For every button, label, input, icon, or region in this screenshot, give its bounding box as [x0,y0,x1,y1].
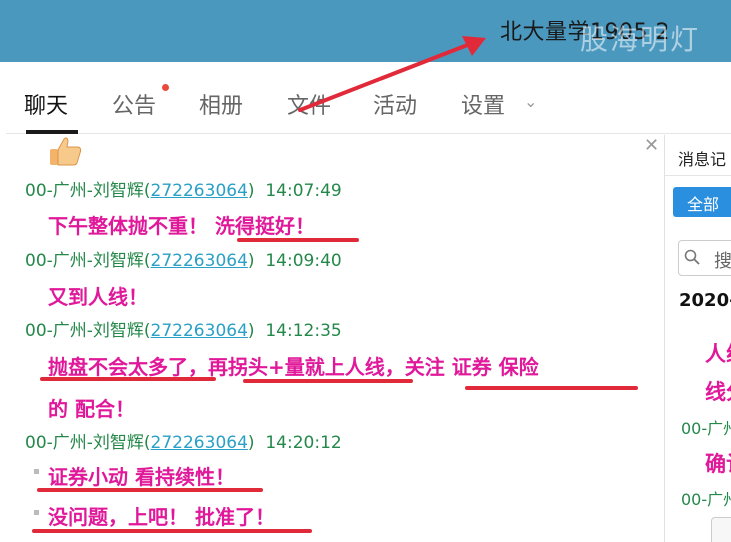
panel-title: 消息记 [678,150,727,169]
sender-close: ) [247,251,255,271]
sender-name: 00-广州-刘智辉( [25,321,151,341]
chevron-down-icon[interactable]: ⌄ [524,92,537,111]
search-icon [684,249,700,265]
history-sender: 00-广州 [681,490,731,509]
tab-activities[interactable]: 活动 [373,88,417,120]
message-time: 14:07:49 [265,181,342,201]
message-text: 的 配合！ [48,397,135,421]
search-input[interactable]: 搜 [678,240,731,276]
tab-album[interactable]: 相册 [199,88,243,120]
active-tab-indicator [26,130,78,134]
message-header: 00-广州-刘智辉(272263064) 14:07:49 [25,176,342,201]
message-text: 又到人线！ [48,285,148,309]
unread-dot [162,84,169,91]
annotation-underline [465,386,638,390]
annotation-underline [37,488,263,492]
message-time: 14:20:12 [265,433,342,453]
sender-close: ) [247,181,255,201]
sender-name: 00-广州-刘智辉( [25,251,151,271]
annotation-underline [237,238,359,242]
watermark: 股海明灯 [580,23,701,56]
tab-settings[interactable]: 设置 [461,88,505,120]
message-header: 00-广州-刘智辉(272263064) 14:12:35 [25,316,342,341]
scroll-corner-button[interactable] [711,517,731,542]
list-bullet [34,469,39,474]
tab-chat[interactable]: 聊天 [24,88,68,120]
message-header: 00-广州-刘智辉(272263064) 14:09:40 [25,246,342,271]
message-time: 14:12:35 [265,321,342,341]
search-placeholder: 搜 [714,251,731,272]
message-text: 没问题，上吧！ 批准了！ [48,505,275,529]
annotation-underline [243,379,413,383]
sender-name: 00-广州-刘智辉( [25,433,151,453]
history-sender: 00-广州 [681,419,731,438]
annotation-underline [32,529,312,533]
sender-qq-link[interactable]: 272263064 [151,251,248,271]
history-text: 确认 [705,452,731,476]
sender-qq-link[interactable]: 272263064 [151,433,248,453]
message-history-panel: 消息记 全部 搜 2020- 人线 线分 00-广州 确认 00-广州 [664,135,731,542]
annotation-underline [40,377,216,381]
history-date: 2020- [679,290,731,311]
divider [665,175,731,176]
all-filter-button[interactable]: 全部 [673,187,731,217]
message-text: 抛盘不会太多了，再拐头+量就上人线，关注 证券 保险 [48,355,539,379]
sender-qq-link[interactable]: 272263064 [151,321,248,341]
history-text: 线分 [705,380,731,404]
sender-name: 00-广州-刘智辉( [25,181,151,201]
sender-close: ) [247,321,255,341]
sender-close: ) [247,433,255,453]
message-text: 证券小动 看持续性！ [48,465,235,489]
tab-bar: 聊天 公告 相册 文件 活动 设置 ⌄ [6,62,731,134]
title-bar: 北大量学1905 2 股海明灯 [0,0,731,62]
tab-files[interactable]: 文件 [287,88,331,120]
message-time: 14:09:40 [265,251,342,271]
message-header: 00-广州-刘智辉(272263064) 14:20:12 [25,428,342,453]
sender-qq-link[interactable]: 272263064 [151,181,248,201]
close-icon[interactable]: ✕ [644,135,659,156]
thumbs-up-icon [47,135,83,174]
list-bullet [34,510,39,515]
history-text: 人线 [705,342,731,366]
message-text: 下午整体抛不重！ 洗得挺好！ [48,214,315,238]
tab-announcement[interactable]: 公告 [112,88,156,120]
qq-group-window: 北大量学1905 2 股海明灯 聊天 公告 相册 文件 活动 设置 ⌄ ✕ 00… [0,0,731,542]
